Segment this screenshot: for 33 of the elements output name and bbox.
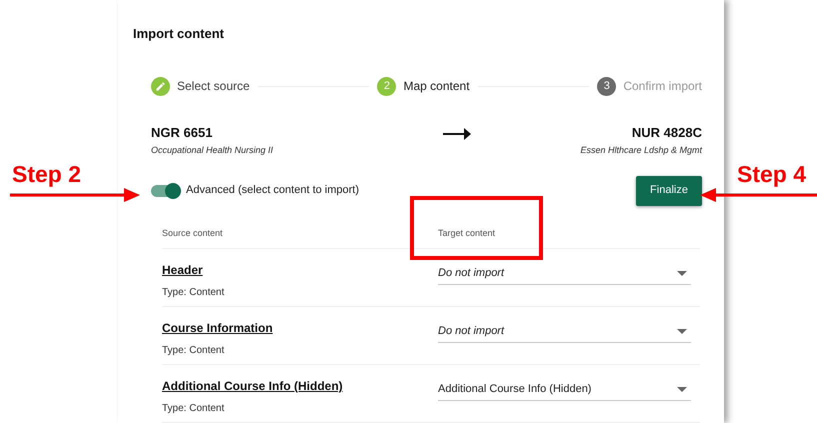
column-header: Source content — [162, 227, 224, 240]
toggle-label: Advanced (select content to import) — [186, 183, 360, 198]
target-dropdown[interactable]: Do not import — [438, 321, 691, 344]
right-arrow-icon — [442, 128, 471, 140]
content-type: Type: Content — [162, 344, 226, 358]
step-label: Confirm import — [623, 78, 702, 95]
step-number: 2 — [377, 76, 396, 96]
dropdown-value: Do not import — [438, 324, 504, 340]
content-title-link[interactable]: Header — [162, 261, 438, 280]
finalize-button[interactable]: Finalize — [636, 176, 702, 206]
dropdown-value: Do not import — [438, 266, 504, 282]
content-title-link[interactable]: Course Information — [162, 319, 438, 338]
content-type: Type: Content — [162, 286, 226, 300]
dropdown-caret-icon — [677, 329, 687, 334]
target-dropdown[interactable]: Additional Course Info (Hidden) — [438, 379, 691, 402]
annotation-label: Step 4 — [737, 163, 806, 186]
dropdown-value: Additional Course Info (Hidden) — [438, 382, 592, 398]
dropdown-caret-icon — [677, 271, 687, 276]
column-header: Target content — [438, 227, 496, 240]
advanced-toggle[interactable] — [151, 184, 179, 196]
step-label: Select source — [177, 78, 250, 95]
dialog-title: Import content — [133, 25, 225, 43]
step-number: 3 — [597, 76, 616, 96]
content-title-link[interactable]: Additional Course Info (Hidden) — [162, 377, 438, 396]
source-course-code: NGR 6651 — [151, 124, 214, 142]
content-type: Type: Content — [162, 402, 226, 416]
source-course-name: Occupational Health Nursing II — [151, 144, 274, 157]
target-course-name: Essen Hlthcare Ldshp & Mgmt — [580, 144, 702, 157]
annotation-label: Step 2 — [12, 163, 82, 186]
dropdown-caret-icon — [677, 387, 687, 392]
target-course-code: NUR 4828C — [632, 124, 702, 142]
target-dropdown[interactable]: Do not import — [438, 263, 691, 286]
step-label: Map content — [403, 78, 470, 95]
